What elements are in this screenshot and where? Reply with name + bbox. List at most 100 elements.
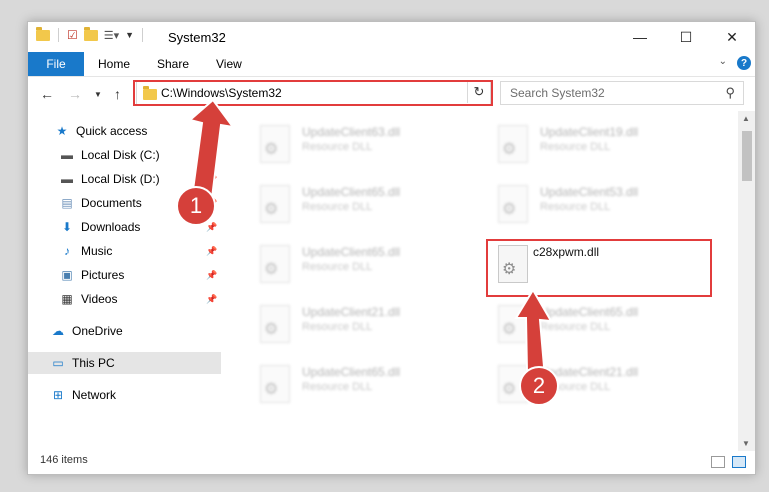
file-type: Resource DLL — [302, 201, 373, 213]
pin-icon[interactable]: 📌 — [206, 222, 217, 233]
file-item[interactable]: ⚙ UpdateClient65.dll Resource DLL — [248, 359, 478, 409]
address-highlight-box — [133, 80, 493, 106]
sidebar-item-music[interactable]: ♪ Music 📌 — [28, 240, 252, 262]
gear-icon: ⚙ — [264, 381, 279, 398]
customize-toolbar-icon[interactable]: ☰▾ — [104, 29, 119, 42]
gear-icon: ⚙ — [264, 321, 279, 338]
file-type: Resource DLL — [540, 321, 611, 333]
dll-file-icon: ⚙ — [498, 185, 528, 223]
sidebar-item-label: Videos — [81, 292, 118, 306]
step-1-badge: 1 — [176, 186, 216, 226]
new-folder-icon[interactable] — [83, 26, 98, 41]
file-type: Resource DLL — [540, 201, 611, 213]
file-name: UpdateClient65.dll — [302, 365, 401, 379]
sidebar-item-downloads[interactable]: ⬇ Downloads 📌 — [28, 216, 252, 238]
sidebar-item-quick-access[interactable]: ★ Quick access — [28, 120, 247, 142]
dll-file-icon: ⚙ — [260, 245, 290, 283]
ribbon-tabs: File Home Share View ⌄ ? — [28, 52, 755, 77]
dll-file-icon: ⚙ — [498, 125, 528, 163]
dll-file-icon: ⚙ — [260, 305, 290, 343]
chevron-down-icon[interactable]: ▼ — [125, 30, 134, 40]
tab-home[interactable]: Home — [98, 52, 130, 76]
quick-access-toolbar: ☑ ☰▾ ▼ — [36, 26, 145, 42]
sidebar-item-label: Local Disk (C:) — [81, 148, 160, 162]
sidebar-item-local-disk-c[interactable]: ▬ Local Disk (C:) 📌 — [28, 144, 252, 166]
title-bar: ☑ ☰▾ ▼ System32 — ☐ ✕ — [28, 22, 755, 52]
gear-icon: ⚙ — [264, 261, 279, 278]
sidebar-item-pictures[interactable]: ▣ Pictures 📌 — [28, 264, 252, 286]
file-item[interactable]: ⚙ UpdateClient65.dll Resource DLL — [248, 239, 478, 289]
search-placeholder[interactable]: Search System32 — [510, 86, 605, 100]
step-2-badge: 2 — [519, 366, 559, 406]
search-icon[interactable]: ⚲ — [725, 85, 735, 101]
forward-arrow-icon[interactable]: → — [68, 86, 82, 102]
drive-icon: ▬ — [61, 148, 73, 162]
divider — [142, 28, 144, 42]
up-arrow-icon[interactable]: ↑ — [114, 86, 121, 102]
large-icons-view-icon[interactable] — [732, 456, 746, 468]
music-icon: ♪ — [64, 244, 70, 258]
item-count: 146 items — [40, 454, 88, 466]
dll-file-icon: ⚙ — [498, 305, 528, 343]
status-bar: 146 items — [28, 450, 755, 474]
file-name: UpdateClient65.dll — [302, 185, 401, 199]
sidebar-item-onedrive[interactable]: ☁ OneDrive — [28, 320, 243, 342]
file-item[interactable]: ⚙ UpdateClient63.dll Resource DLL — [248, 119, 478, 169]
sidebar-item-label: Local Disk (D:) — [81, 172, 160, 186]
explorer-window: ☑ ☰▾ ▼ System32 — ☐ ✕ File Home Share Vi… — [27, 21, 756, 475]
download-icon: ⬇ — [61, 220, 73, 234]
gear-icon: ⚙ — [502, 321, 517, 338]
cloud-icon: ☁ — [52, 324, 64, 338]
file-item[interactable]: ⚙ UpdateClient19.dll Resource DLL — [486, 119, 716, 169]
pin-icon[interactable]: 📌 — [206, 150, 217, 161]
vertical-scrollbar[interactable]: ▲ ▼ — [738, 111, 755, 451]
sidebar-item-label: Documents — [81, 196, 142, 210]
close-button[interactable]: ✕ — [709, 22, 755, 52]
file-name: UpdateClient21.dll — [302, 305, 401, 319]
help-icon[interactable]: ? — [737, 56, 751, 70]
dll-file-icon: ⚙ — [260, 365, 290, 403]
sidebar-item-network[interactable]: ⊞ Network — [28, 384, 243, 406]
scroll-up-icon[interactable]: ▲ — [742, 114, 750, 123]
file-name: UpdateClient63.dll — [302, 125, 401, 139]
properties-icon[interactable]: ☑ — [67, 28, 78, 42]
file-item[interactable]: ⚙ UpdateClient65.dll Resource DLL — [248, 179, 478, 229]
tab-file[interactable]: File — [28, 52, 84, 76]
file-type: Resource DLL — [302, 381, 373, 393]
tab-view[interactable]: View — [216, 52, 242, 76]
file-type: Resource DLL — [302, 141, 373, 153]
pin-icon[interactable]: 📌 — [206, 294, 217, 305]
back-arrow-icon[interactable]: ← — [40, 86, 54, 102]
chevron-down-icon[interactable]: ⌄ — [719, 56, 727, 67]
recent-locations-icon[interactable]: ▼ — [94, 90, 102, 99]
file-name: UpdateClient19.dll — [540, 125, 639, 139]
pin-icon[interactable]: 📌 — [206, 174, 217, 185]
file-highlight-box — [486, 239, 712, 297]
search-box[interactable]: Search System32 ⚲ — [500, 81, 744, 105]
file-type: Resource DLL — [302, 321, 373, 333]
file-item[interactable]: ⚙ UpdateClient21.dll Resource DLL — [248, 299, 478, 349]
minimize-button[interactable]: — — [617, 22, 663, 52]
maximize-button[interactable]: ☐ — [663, 22, 709, 52]
dll-file-icon: ⚙ — [260, 125, 290, 163]
scroll-down-icon[interactable]: ▼ — [742, 439, 750, 448]
star-icon: ★ — [56, 124, 68, 138]
file-type: Resource DLL — [302, 261, 373, 273]
sidebar-item-documents[interactable]: ▤ Documents 📌 — [28, 192, 252, 214]
gear-icon: ⚙ — [502, 141, 517, 158]
pin-icon[interactable]: 📌 — [206, 246, 217, 257]
file-item[interactable]: ⚙ UpdateClient53.dll Resource DLL — [486, 179, 716, 229]
details-view-icon[interactable] — [711, 456, 725, 468]
file-item[interactable]: ⚙ UpdateClient65.dll Resource DLL — [486, 299, 716, 349]
sidebar-item-local-disk-d[interactable]: ▬ Local Disk (D:) 📌 — [28, 168, 252, 190]
sidebar-item-videos[interactable]: ▦ Videos 📌 — [28, 288, 252, 310]
scrollbar-thumb[interactable] — [742, 131, 752, 181]
sidebar-item-label: Music — [81, 244, 113, 258]
gear-icon: ⚙ — [502, 201, 517, 218]
sidebar-item-this-pc[interactable]: ▭ This PC — [28, 352, 221, 374]
sidebar-item-label: This PC — [72, 356, 115, 370]
tab-share[interactable]: Share — [157, 52, 189, 76]
sidebar-item-label: OneDrive — [72, 324, 123, 338]
pin-icon[interactable]: 📌 — [206, 270, 217, 281]
file-name: UpdateClient65.dll — [302, 245, 401, 259]
